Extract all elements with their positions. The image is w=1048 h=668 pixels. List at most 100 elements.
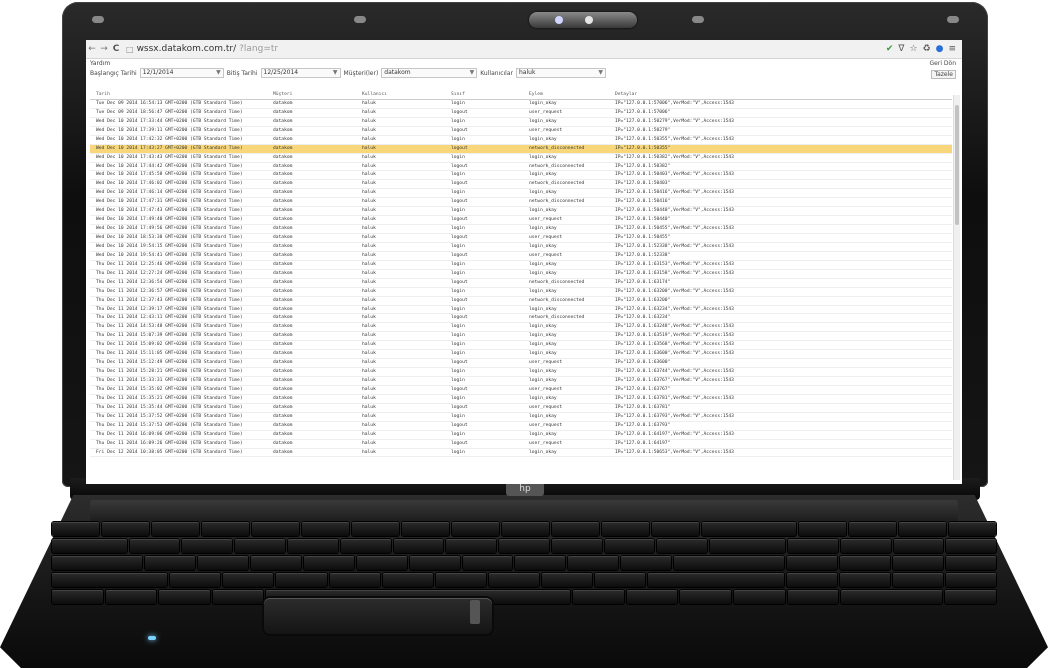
table-cell: network_disconnected [529,199,585,205]
reload-icon[interactable]: C [110,44,122,54]
table-row[interactable]: Thu Dec 11 2014 15:33:31 GMT+0200 (GTB S… [90,377,952,386]
menu-icon[interactable]: ≡ [948,44,956,54]
table-cell: IP="127.0.0.1:63153",VerMod:"V",Access:1… [615,261,734,267]
table-row[interactable]: Thu Dec 11 2014 16:09:26 GMT+0200 (GTB S… [90,440,952,449]
table-cell: datakom [273,449,293,455]
table-cell: haluk [362,226,376,232]
scrollbar-thumb[interactable] [955,105,959,225]
table-row[interactable]: Thu Dec 11 2014 15:37:52 GMT+0200 (GTB S… [90,413,952,422]
end-date-select[interactable]: 12/25/2014 ▼ [260,68,341,78]
table-row[interactable]: Thu Dec 11 2014 15:11:05 GMT+0200 (GTB S… [90,350,952,360]
user-select[interactable]: haluk ▼ [516,68,606,78]
table-row[interactable]: Thu Dec 11 2014 14:53:48 GMT+0200 (GTB S… [90,323,952,333]
table-row[interactable]: Wed Dec 10 2014 17:39:11 GMT+0200 (GTB S… [90,127,952,136]
table-row[interactable]: Wed Dec 10 2014 17:42:32 GMT+0200 (GTB S… [90,136,952,145]
table-cell: datakom [273,163,293,169]
table-row[interactable]: Wed Dec 10 2014 17:47:31 GMT+0200 (GTB S… [90,198,952,208]
table-cell: Wed Dec 10 2014 17:39:11 GMT+0200 (GTB S… [96,127,243,133]
table-cell: Thu Dec 11 2014 15:35:02 GMT+0200 (GTB S… [96,386,243,392]
table-cell: haluk [362,333,376,339]
table-row[interactable]: Wed Dec 10 2014 19:54:41 GMT+0200 (GTB S… [90,252,952,261]
chevron-down-icon: ▼ [216,69,221,76]
table-scrollbar[interactable] [953,95,960,480]
column-header[interactable]: Sınıf [445,91,523,99]
table-row[interactable]: Thu Dec 11 2014 15:35:21 GMT+0200 (GTB S… [90,395,952,404]
touchpad [264,598,492,634]
table-cell: login_okay [529,351,557,357]
table-cell: login [451,270,465,276]
table-row[interactable]: Wed Dec 10 2014 17:49:56 GMT+0200 (GTB S… [90,225,952,234]
column-header[interactable]: Müşteri [267,91,356,99]
start-date-select[interactable]: 12/1/2014 ▼ [139,68,224,78]
table-row[interactable]: Thu Dec 11 2014 15:35:02 GMT+0200 (GTB S… [90,386,952,395]
table-row[interactable]: Wed Dec 10 2014 17:46:02 GMT+0200 (GTB S… [90,180,952,190]
table-cell: login_okay [529,208,557,214]
table-row[interactable]: Wed Dec 10 2014 17:33:44 GMT+0200 (GTB S… [90,118,952,127]
recycle-icon[interactable]: ♻ [923,44,931,54]
table-cell: datakom [273,270,293,276]
table-cell: Wed Dec 10 2014 17:42:32 GMT+0200 (GTB S… [96,136,243,142]
table-row[interactable]: Thu Dec 11 2014 15:35:44 GMT+0200 (GTB S… [90,404,952,413]
forward-arrow-icon[interactable]: → [98,44,110,54]
column-header[interactable]: Tarih [90,91,267,99]
table-row[interactable]: Wed Dec 10 2014 19:54:15 GMT+0200 (GTB S… [90,243,952,252]
column-header[interactable]: Eylem [523,91,609,99]
table-cell: datakom [273,342,293,348]
table-row[interactable]: Thu Dec 11 2014 15:37:53 GMT+0200 (GTB S… [90,422,952,431]
table-cell: datakom [273,154,293,160]
table-row[interactable]: Thu Dec 11 2014 12:25:46 GMT+0200 (GTB S… [90,261,952,270]
column-header[interactable]: Kullanıcı [356,91,445,99]
table-row[interactable]: Wed Dec 10 2014 17:43:27 GMT+0200 (GTB S… [90,144,952,154]
table-row[interactable]: Wed Dec 10 2014 17:46:14 GMT+0200 (GTB S… [90,189,952,199]
chevron-down-icon: ▼ [469,69,475,76]
table-row[interactable]: Thu Dec 11 2014 12:36:54 GMT+0200 (GTB S… [90,279,952,288]
table-cell: Thu Dec 11 2014 16:09:26 GMT+0200 (GTB S… [96,440,243,446]
table-row[interactable]: Wed Dec 10 2014 18:53:38 GMT+0200 (GTB S… [90,234,952,243]
help-link[interactable]: Yardım [90,60,110,67]
table-cell: IP="127.0.0.1:64197",VerMod:"V",Access:1… [615,431,734,437]
table-row[interactable]: Thu Dec 11 2014 15:12:49 GMT+0200 (GTB S… [90,359,952,369]
table-row[interactable]: Wed Dec 10 2014 17:43:43 GMT+0200 (GTB S… [90,154,952,163]
customer-select[interactable]: datakom ▼ [381,68,478,78]
table-row[interactable]: Wed Dec 10 2014 17:47:43 GMT+0200 (GTB S… [90,207,952,217]
table-row[interactable]: Thu Dec 11 2014 15:07:39 GMT+0200 (GTB S… [90,332,952,342]
refresh-button[interactable]: Tazele [931,70,956,79]
table-row[interactable]: Tue Dec 09 2014 16:54:13 GMT+0200 (GTB S… [90,100,952,109]
table-row[interactable]: Thu Dec 11 2014 12:37:43 GMT+0200 (GTB S… [90,297,952,306]
extension-check-icon[interactable]: ✔ [886,44,894,54]
bookmark-star-icon[interactable]: ☆ [909,44,917,54]
table-cell: logout [451,235,468,240]
table-row[interactable]: Tue Dec 09 2014 18:56:47 GMT+0200 (GTB S… [90,109,952,118]
table-row[interactable]: Thu Dec 11 2014 15:28:21 GMT+0200 (GTB S… [90,368,952,377]
back-arrow-icon[interactable]: ← [86,44,98,54]
table-row[interactable]: Thu Dec 11 2014 12:43:11 GMT+0200 (GTB S… [90,314,952,324]
table-cell: haluk [362,297,376,303]
extension-blue-icon[interactable]: ● [936,44,944,54]
table-cell: login_okay [529,369,557,375]
table-cell: haluk [362,324,376,330]
table-cell: logout [451,199,468,205]
table-cell: Wed Dec 10 2014 17:49:40 GMT+0200 (GTB S… [96,217,243,223]
table-row[interactable]: Wed Dec 10 2014 17:44:42 GMT+0200 (GTB S… [90,163,952,172]
table-cell: haluk [362,306,376,312]
table-row[interactable]: Thu Dec 11 2014 12:36:57 GMT+0200 (GTB S… [90,288,952,297]
table-cell: IP="127.0.0.1:50416",VerMod:"V",Access:1… [615,190,734,196]
table-row[interactable]: Thu Dec 11 2014 12:27:24 GMT+0200 (GTB S… [90,270,952,279]
extension-filter-icon[interactable]: ∇ [898,44,904,54]
browser-toolbar: ← → C □ wssx.datakom.com.tr/?lang=tr ✔ ∇… [86,40,962,59]
address-bar[interactable]: □ wssx.datakom.com.tr/?lang=tr [126,44,278,54]
table-cell: datakom [273,351,293,357]
table-cell: haluk [362,235,376,240]
table-row[interactable]: Thu Dec 11 2014 15:09:02 GMT+0200 (GTB S… [90,341,952,351]
back-link[interactable]: Geri Dön [930,60,956,67]
table-cell: login [451,369,465,375]
table-cell: haluk [362,181,376,187]
table-cell: haluk [362,279,376,285]
table-row[interactable]: Thu Dec 11 2014 12:39:17 GMT+0200 (GTB S… [90,306,952,315]
table-row[interactable]: Fri Dec 12 2014 10:38:05 GMT+0200 (GTB S… [90,449,952,458]
table-row[interactable]: Wed Dec 10 2014 17:49:40 GMT+0200 (GTB S… [90,216,952,226]
table-row[interactable]: Thu Dec 11 2014 16:09:06 GMT+0200 (GTB S… [90,431,952,440]
table-row[interactable]: Wed Dec 10 2014 17:45:58 GMT+0200 (GTB S… [90,171,952,181]
table-cell: IP="127.0.0.1:63568",VerMod:"V",Access:1… [615,342,734,348]
column-header[interactable]: Detaylar [609,91,952,99]
